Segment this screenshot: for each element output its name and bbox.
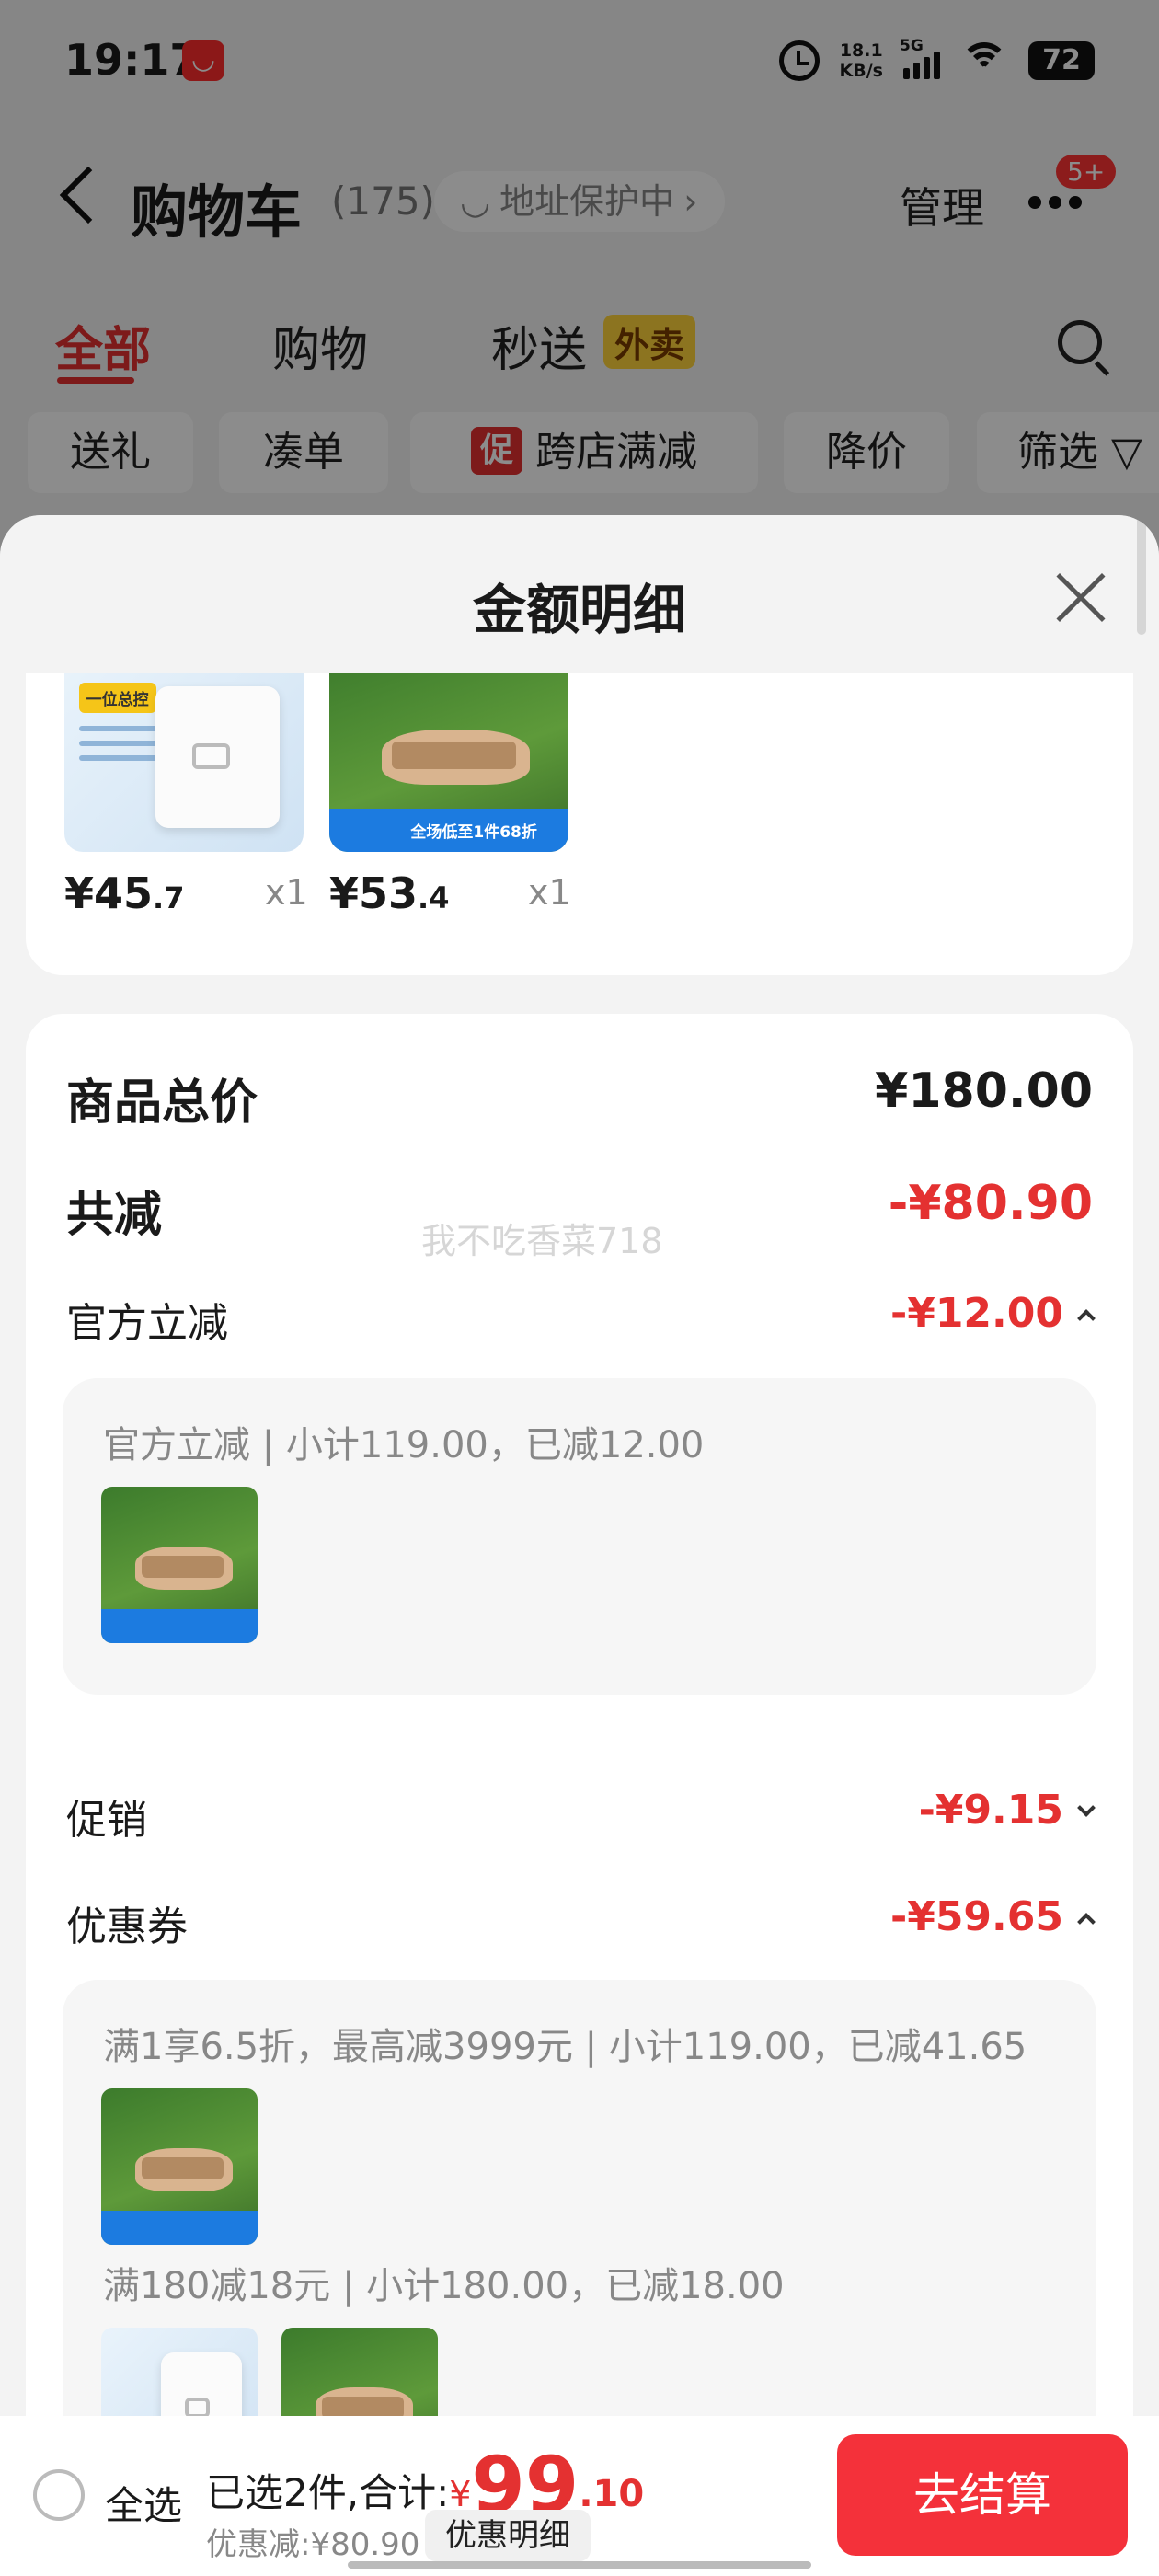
thumb-band-text: 全场低至1件68折 — [410, 823, 537, 843]
promo-toggle[interactable]: -¥9.15 — [918, 1787, 1096, 1834]
total-discount-value: -¥80.90 — [888, 1176, 1093, 1231]
total-currency: ¥ — [449, 2474, 472, 2514]
item-thumbnail-power-strip[interactable]: 一位总控 — [64, 655, 304, 852]
checkout-button[interactable]: 去结算 — [837, 2434, 1128, 2556]
select-all-label[interactable]: 全选 — [105, 2475, 182, 2531]
sheet-header: 金额明细 — [0, 515, 1159, 673]
coupon-toggle[interactable]: -¥59.65 — [889, 1893, 1096, 1940]
item-qty: x1 — [265, 872, 308, 913]
scrollbar[interactable] — [1137, 515, 1146, 635]
item-price-dec: .4 — [418, 880, 450, 915]
detail-text: 满1享6.5折，最高减3999元 | 小计119.00，已减41.65 — [103, 2026, 1027, 2068]
promo-label: 促销 — [66, 1797, 147, 1844]
watermark: 我不吃香菜718 — [421, 1221, 663, 1261]
goods-total-label: 商品总价 — [66, 1075, 258, 1131]
selected-count-text: 已选2件,合计: — [206, 2470, 450, 2515]
chevron-up-icon — [1077, 1309, 1096, 1328]
detail-text: 满180减18元 | 小计180.00，已减18.00 — [103, 2265, 785, 2307]
chevron-up-icon — [1077, 1913, 1096, 1931]
thumb-label: 一位总控 — [78, 682, 156, 713]
item-price: ¥53.4 — [329, 868, 449, 918]
select-all-checkbox[interactable] — [33, 2469, 85, 2521]
total-discount-label: 共减 — [66, 1188, 163, 1243]
promo-value: -¥9.15 — [918, 1787, 1063, 1834]
official-discount-toggle[interactable]: -¥12.00 — [889, 1290, 1096, 1337]
home-indicator[interactable] — [348, 2561, 811, 2569]
discount-summary: 优惠减:¥80.90 — [206, 2526, 420, 2563]
item-qty: x1 — [528, 872, 571, 913]
coupon-value: -¥59.65 — [889, 1893, 1063, 1940]
amount-detail-sheet: 一位总控 全场低至1件68折 ¥45.7 x1 ¥53.4 x1 金额明细 商品… — [0, 515, 1159, 2576]
official-discount-detail: 官方立减 | 小计119.00，已减12.00 — [63, 1378, 1096, 1695]
official-discount-label: 官方立减 — [66, 1300, 228, 1347]
official-discount-value: -¥12.00 — [889, 1290, 1063, 1337]
discount-detail-button[interactable]: 优惠明细 — [425, 2510, 591, 2561]
sheet-title: 金额明细 — [472, 579, 686, 641]
item-price-dec: .7 — [153, 880, 185, 915]
item-price-int: ¥53 — [329, 868, 419, 918]
selected-items-card: 一位总控 全场低至1件68折 ¥45.7 x1 ¥53.4 x1 — [26, 655, 1133, 975]
total-dec: .10 — [579, 2473, 645, 2515]
amount-summary-card: 商品总价 ¥180.00 共减 -¥80.90 我不吃香菜718 官方立减 -¥… — [26, 1014, 1133, 2576]
close-icon[interactable] — [1054, 572, 1106, 624]
coupon-label: 优惠券 — [66, 1903, 188, 1950]
checkout-bar: 全选 已选2件,合计:¥99.10 优惠减:¥80.90 优惠明细 去结算 — [0, 2416, 1159, 2576]
item-price: ¥45.7 — [64, 868, 184, 918]
chevron-down-icon — [1077, 1799, 1096, 1817]
detail-thumbnail-sandal[interactable] — [101, 2088, 258, 2245]
goods-total-value: ¥180.00 — [875, 1064, 1093, 1119]
item-price-int: ¥45 — [64, 868, 154, 918]
item-thumbnail-sandal[interactable]: 全场低至1件68折 — [329, 655, 568, 852]
detail-text: 官方立减 | 小计119.00，已减12.00 — [103, 1424, 705, 1466]
detail-thumbnail-sandal[interactable] — [101, 1487, 258, 1643]
